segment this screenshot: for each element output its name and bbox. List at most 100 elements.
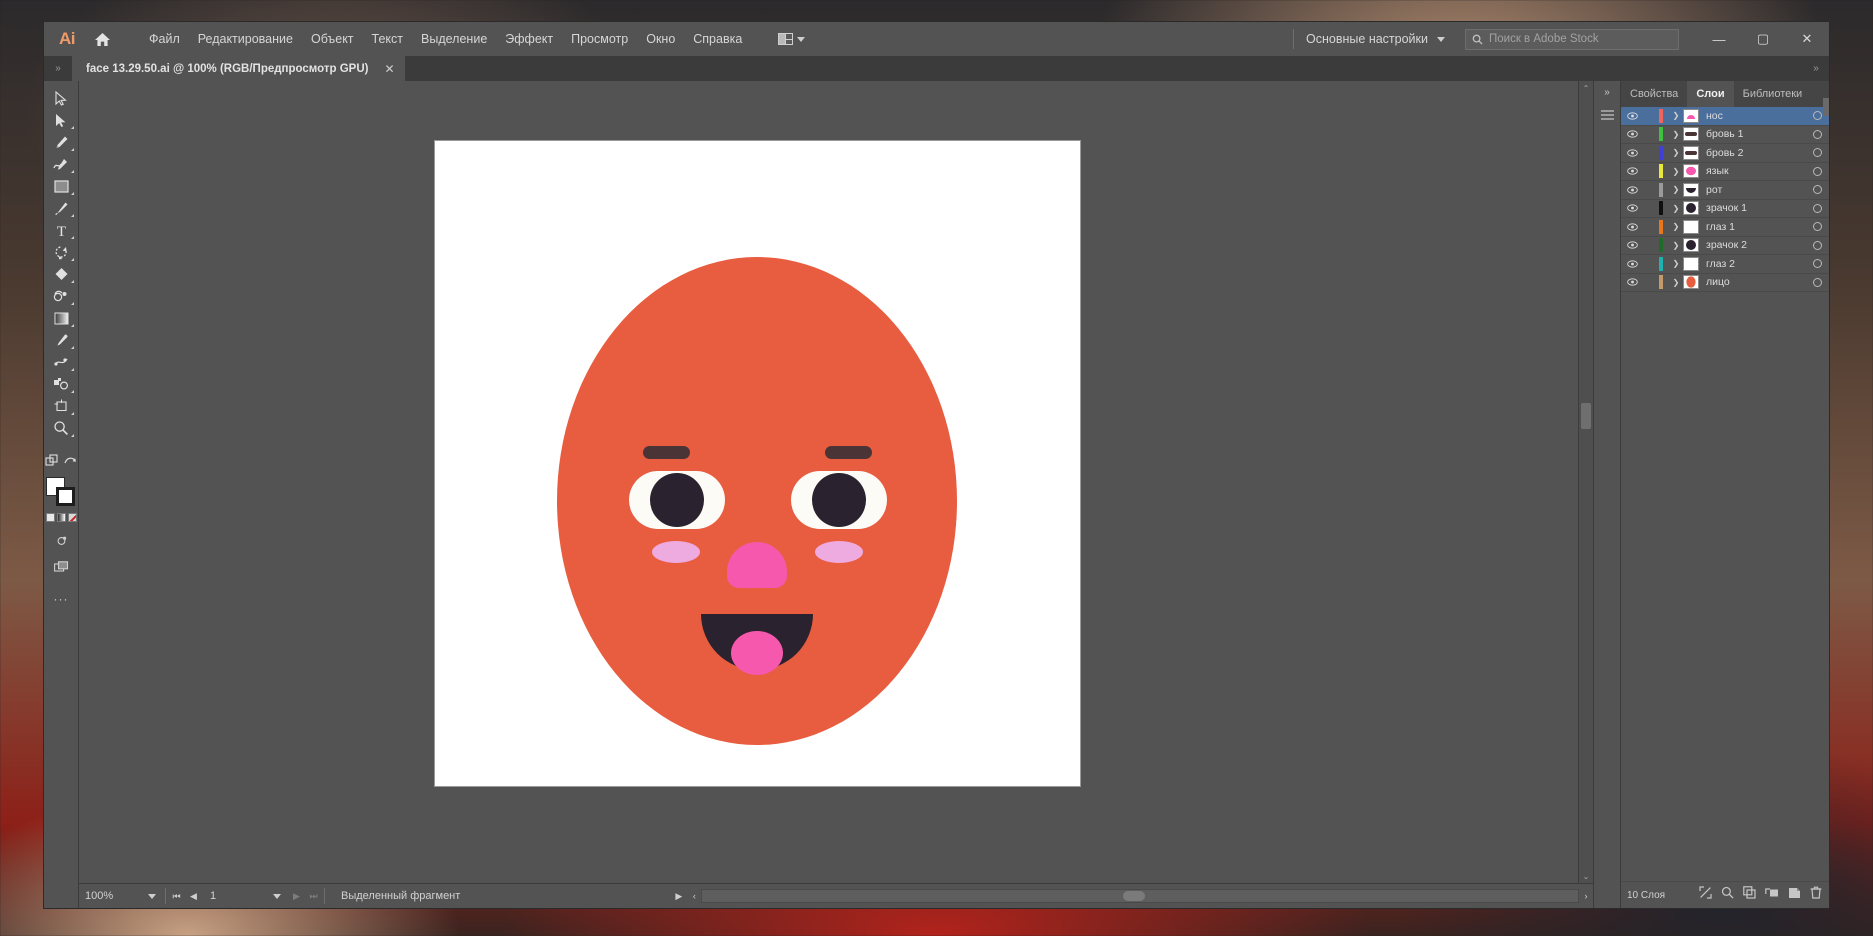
locate-object-icon[interactable] xyxy=(1699,886,1712,904)
arrange-documents-button[interactable] xyxy=(773,30,810,48)
layer-name[interactable]: зрачок 1 xyxy=(1706,202,1805,214)
layer-row[interactable]: ❯ глаз 1 xyxy=(1621,218,1829,237)
eye-visibility-icon[interactable] xyxy=(1621,241,1643,249)
next-artboard-button[interactable]: ▶ xyxy=(288,891,305,902)
paintbrush-tool[interactable] xyxy=(46,197,76,219)
collapse-panels-icon[interactable]: » xyxy=(1604,87,1610,98)
direct-selection-tool[interactable] xyxy=(46,109,76,131)
target-circle-icon[interactable] xyxy=(1805,204,1829,213)
chevron-right-icon[interactable]: ❯ xyxy=(1669,259,1683,268)
eye-visibility-icon[interactable] xyxy=(1621,167,1643,175)
layer-name[interactable]: язык xyxy=(1706,165,1805,177)
menu-item-file[interactable]: Файл xyxy=(140,28,189,50)
layer-row[interactable]: ❯ лицо xyxy=(1621,274,1829,293)
target-circle-icon[interactable] xyxy=(1805,148,1829,157)
eyedropper-tool[interactable] xyxy=(46,329,76,351)
chevron-right-icon[interactable]: ❯ xyxy=(1669,185,1683,194)
layer-name[interactable]: рот xyxy=(1706,184,1805,196)
eye-visibility-icon[interactable] xyxy=(1621,204,1643,212)
shape-builder-tool[interactable] xyxy=(46,285,76,307)
tab-properties[interactable]: Свойства xyxy=(1621,81,1687,107)
chevron-right-icon[interactable]: ❯ xyxy=(1669,167,1683,176)
scroll-left-arrow-icon[interactable]: ‹ xyxy=(687,891,701,901)
chevron-right-icon[interactable]: ❯ xyxy=(1669,278,1683,287)
target-circle-icon[interactable] xyxy=(1805,130,1829,139)
last-artboard-button[interactable]: ⏭ xyxy=(305,891,322,902)
free-transform-tool[interactable] xyxy=(45,449,59,471)
eye-visibility-icon[interactable] xyxy=(1621,112,1643,120)
target-circle-icon[interactable] xyxy=(1805,167,1829,176)
make-clipping-mask-icon[interactable] xyxy=(1743,886,1756,904)
eye-visibility-icon[interactable] xyxy=(1621,223,1643,231)
horizontal-scroll-thumb[interactable] xyxy=(1123,891,1145,901)
close-icon[interactable]: ✕ xyxy=(384,62,394,76)
layer-name[interactable]: глаз 2 xyxy=(1706,258,1805,270)
eye-visibility-icon[interactable] xyxy=(1621,260,1643,268)
chevron-right-icon[interactable]: ❯ xyxy=(1669,204,1683,213)
gradient-mesh-tool[interactable] xyxy=(46,263,76,285)
type-tool[interactable]: T xyxy=(46,219,76,241)
chevron-right-icon[interactable]: ❯ xyxy=(1669,241,1683,250)
screen-mode-button[interactable] xyxy=(46,556,76,578)
vertical-scroll-thumb[interactable] xyxy=(1581,403,1591,429)
layer-name[interactable]: зрачок 2 xyxy=(1706,239,1805,251)
menu-item-edit[interactable]: Редактирование xyxy=(189,28,302,50)
eye-visibility-icon[interactable] xyxy=(1621,130,1643,138)
eye-visibility-icon[interactable] xyxy=(1621,149,1643,157)
artboard-tool[interactable] xyxy=(46,395,76,417)
panel-resize-handle[interactable] xyxy=(1823,98,1829,116)
menu-item-help[interactable]: Справка xyxy=(684,28,751,50)
chevron-down-icon[interactable] xyxy=(1437,37,1445,42)
layer-row[interactable]: ❯ бровь 2 xyxy=(1621,144,1829,163)
menu-item-select[interactable]: Выделение xyxy=(412,28,496,50)
selection-tool[interactable] xyxy=(46,87,76,109)
chevron-right-icon[interactable]: ❯ xyxy=(1669,222,1683,231)
layer-row[interactable]: ❯ рот xyxy=(1621,181,1829,200)
layer-row[interactable]: ❯ нос xyxy=(1621,107,1829,126)
symbol-sprayer-tool[interactable] xyxy=(46,373,76,395)
tab-layers[interactable]: Слои xyxy=(1687,81,1733,107)
stroke-color-swatch[interactable] xyxy=(56,487,75,506)
layer-row[interactable]: ❯ язык xyxy=(1621,163,1829,182)
chevron-right-icon[interactable]: ❯ xyxy=(1669,130,1683,139)
fill-stroke-swatches[interactable] xyxy=(46,477,76,507)
scroll-down-arrow-icon[interactable]: ⌄ xyxy=(1583,869,1590,883)
menu-item-view[interactable]: Просмотр xyxy=(562,28,637,50)
layer-name[interactable]: нос xyxy=(1706,110,1805,122)
rotate-tool[interactable] xyxy=(46,241,76,263)
target-circle-icon[interactable] xyxy=(1805,241,1829,250)
release-to-layers-icon[interactable] xyxy=(1765,886,1779,904)
face-illustration[interactable] xyxy=(435,141,1080,786)
menu-item-type[interactable]: Текст xyxy=(363,28,412,50)
gradient-fill-icon[interactable] xyxy=(57,513,66,522)
edit-toolbar-button[interactable]: ··· xyxy=(54,592,69,606)
canvas-area[interactable]: ⌃ ⌄ xyxy=(79,81,1593,883)
maximize-button[interactable]: ▢ xyxy=(1741,22,1785,56)
layer-name[interactable]: глаз 1 xyxy=(1706,221,1805,233)
menu-item-window[interactable]: Окно xyxy=(637,28,684,50)
zoom-tool[interactable] xyxy=(46,417,76,439)
eye-visibility-icon[interactable] xyxy=(1621,186,1643,194)
layer-row[interactable]: ❯ зрачок 1 xyxy=(1621,200,1829,219)
color-fill-icon[interactable] xyxy=(46,513,55,522)
menu-item-object[interactable]: Объект xyxy=(302,28,363,50)
canvas-horizontal-scrollbar[interactable] xyxy=(701,889,1579,903)
layer-name[interactable]: лицо xyxy=(1706,276,1805,288)
blend-tool[interactable] xyxy=(46,351,76,373)
shaper-tool[interactable] xyxy=(63,449,77,471)
workspace-switcher-label[interactable]: Основные настройки xyxy=(1306,32,1428,46)
target-circle-icon[interactable] xyxy=(1805,222,1829,231)
target-circle-icon[interactable] xyxy=(1805,185,1829,194)
status-menu-arrow-icon[interactable]: ▶ xyxy=(670,891,687,902)
delete-selection-icon[interactable] xyxy=(1810,886,1822,904)
previous-artboard-button[interactable]: ◀ xyxy=(185,891,202,902)
scroll-right-arrow-icon[interactable]: › xyxy=(1579,891,1593,901)
scroll-up-arrow-icon[interactable]: ⌃ xyxy=(1583,81,1590,95)
drawing-mode-button[interactable] xyxy=(46,530,76,552)
document-tab[interactable]: face 13.29.50.ai @ 100% (RGB/Предпросмот… xyxy=(72,56,406,81)
layer-name[interactable]: бровь 2 xyxy=(1706,147,1805,159)
chevron-right-icon[interactable]: ❯ xyxy=(1669,148,1683,157)
search-adobe-stock-field[interactable]: Поиск в Adobe Stock xyxy=(1465,29,1679,50)
menu-item-effect[interactable]: Эффект xyxy=(496,28,562,50)
rectangle-tool[interactable] xyxy=(46,175,76,197)
